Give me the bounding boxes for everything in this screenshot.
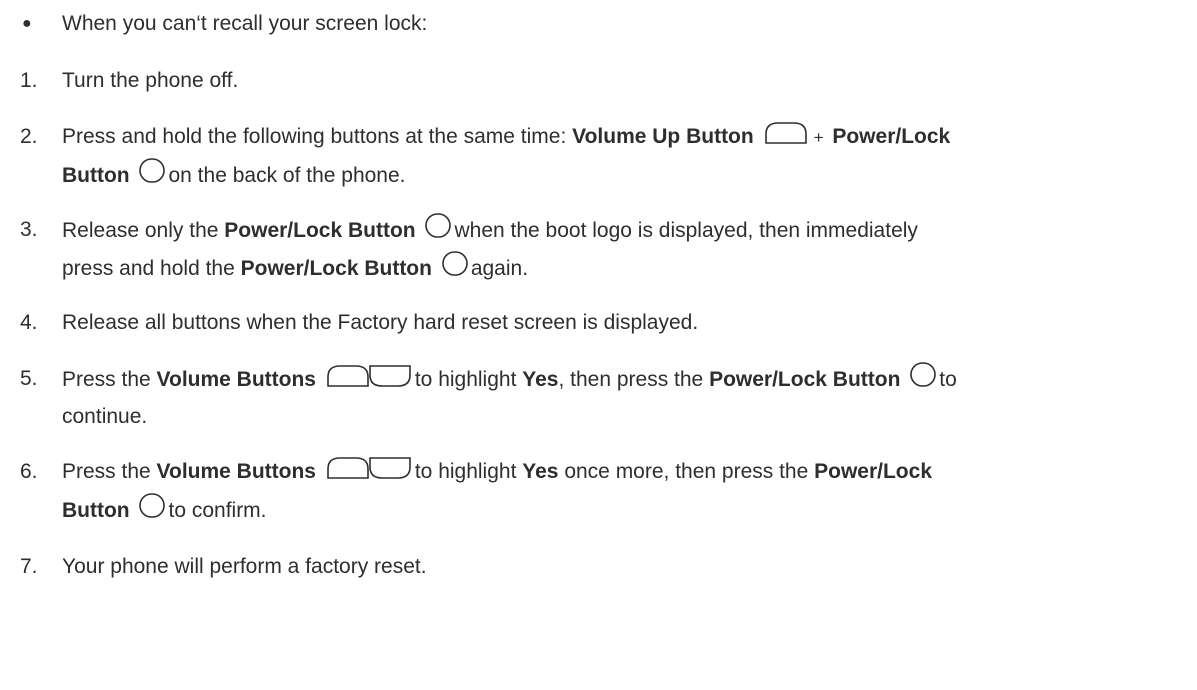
plus-sign: + xyxy=(813,128,824,147)
step-text: to highlight xyxy=(414,460,523,483)
button-name: Button xyxy=(62,499,130,522)
volume-up-button-icon xyxy=(326,457,370,479)
step-number: 6. xyxy=(20,460,38,483)
volume-down-button-icon xyxy=(368,457,412,479)
power-lock-button-icon xyxy=(442,251,468,276)
step-text: once more, then press the xyxy=(558,460,815,483)
step-text: Release only the xyxy=(62,219,225,242)
step-text: press and hold the xyxy=(62,257,241,280)
button-name: Volume Buttons xyxy=(156,460,316,483)
button-name: Volume Up Button xyxy=(572,125,754,148)
power-lock-button-icon xyxy=(139,158,166,183)
volume-up-button-icon xyxy=(326,365,370,387)
button-name: Power/Lock Button xyxy=(240,257,432,280)
step-text: on the back of the phone. xyxy=(168,164,406,187)
button-name: Power/Lock Button xyxy=(224,219,416,242)
button-name: Power/Lock Button xyxy=(709,368,901,391)
button-name: Volume Buttons xyxy=(156,368,316,391)
bullet-icon: ● xyxy=(22,15,32,32)
power-lock-button-icon xyxy=(425,213,452,238)
button-name: Power/Lock xyxy=(832,125,951,148)
step-text: Press the xyxy=(62,368,157,391)
step-text: to highlight xyxy=(414,368,523,391)
option-name: Yes xyxy=(522,460,559,483)
step-text: Turn the phone off. xyxy=(62,69,239,92)
option-name: Yes xyxy=(522,368,559,391)
step-text: Your phone will perform a factory reset. xyxy=(62,555,427,578)
step-text: again. xyxy=(470,257,529,280)
step-text: to xyxy=(939,368,957,391)
power-lock-button-icon xyxy=(139,493,166,518)
volume-up-button-icon xyxy=(764,122,808,144)
button-name: Power/Lock xyxy=(814,460,932,483)
step-number: 3. xyxy=(20,218,38,241)
step-text: Press and hold the following buttons at … xyxy=(62,125,573,148)
step-text: Press the xyxy=(62,460,157,483)
power-lock-button-icon xyxy=(910,362,937,387)
step-number: 2. xyxy=(20,125,38,148)
intro-text: When you can‘t recall your screen lock: xyxy=(62,12,428,35)
volume-down-button-icon xyxy=(368,365,412,387)
step-number: 5. xyxy=(20,367,38,390)
step-text: Release all buttons when the Factory har… xyxy=(62,311,699,334)
step-text: , then press the xyxy=(558,368,710,391)
step-text: to confirm. xyxy=(168,499,267,522)
button-name: Button xyxy=(62,164,130,187)
step-text: when the boot logo is displayed, then im… xyxy=(454,219,918,242)
step-text: continue. xyxy=(62,405,148,428)
step-number: 4. xyxy=(20,311,38,334)
step-number: 7. xyxy=(20,555,38,578)
step-number: 1. xyxy=(20,69,38,92)
